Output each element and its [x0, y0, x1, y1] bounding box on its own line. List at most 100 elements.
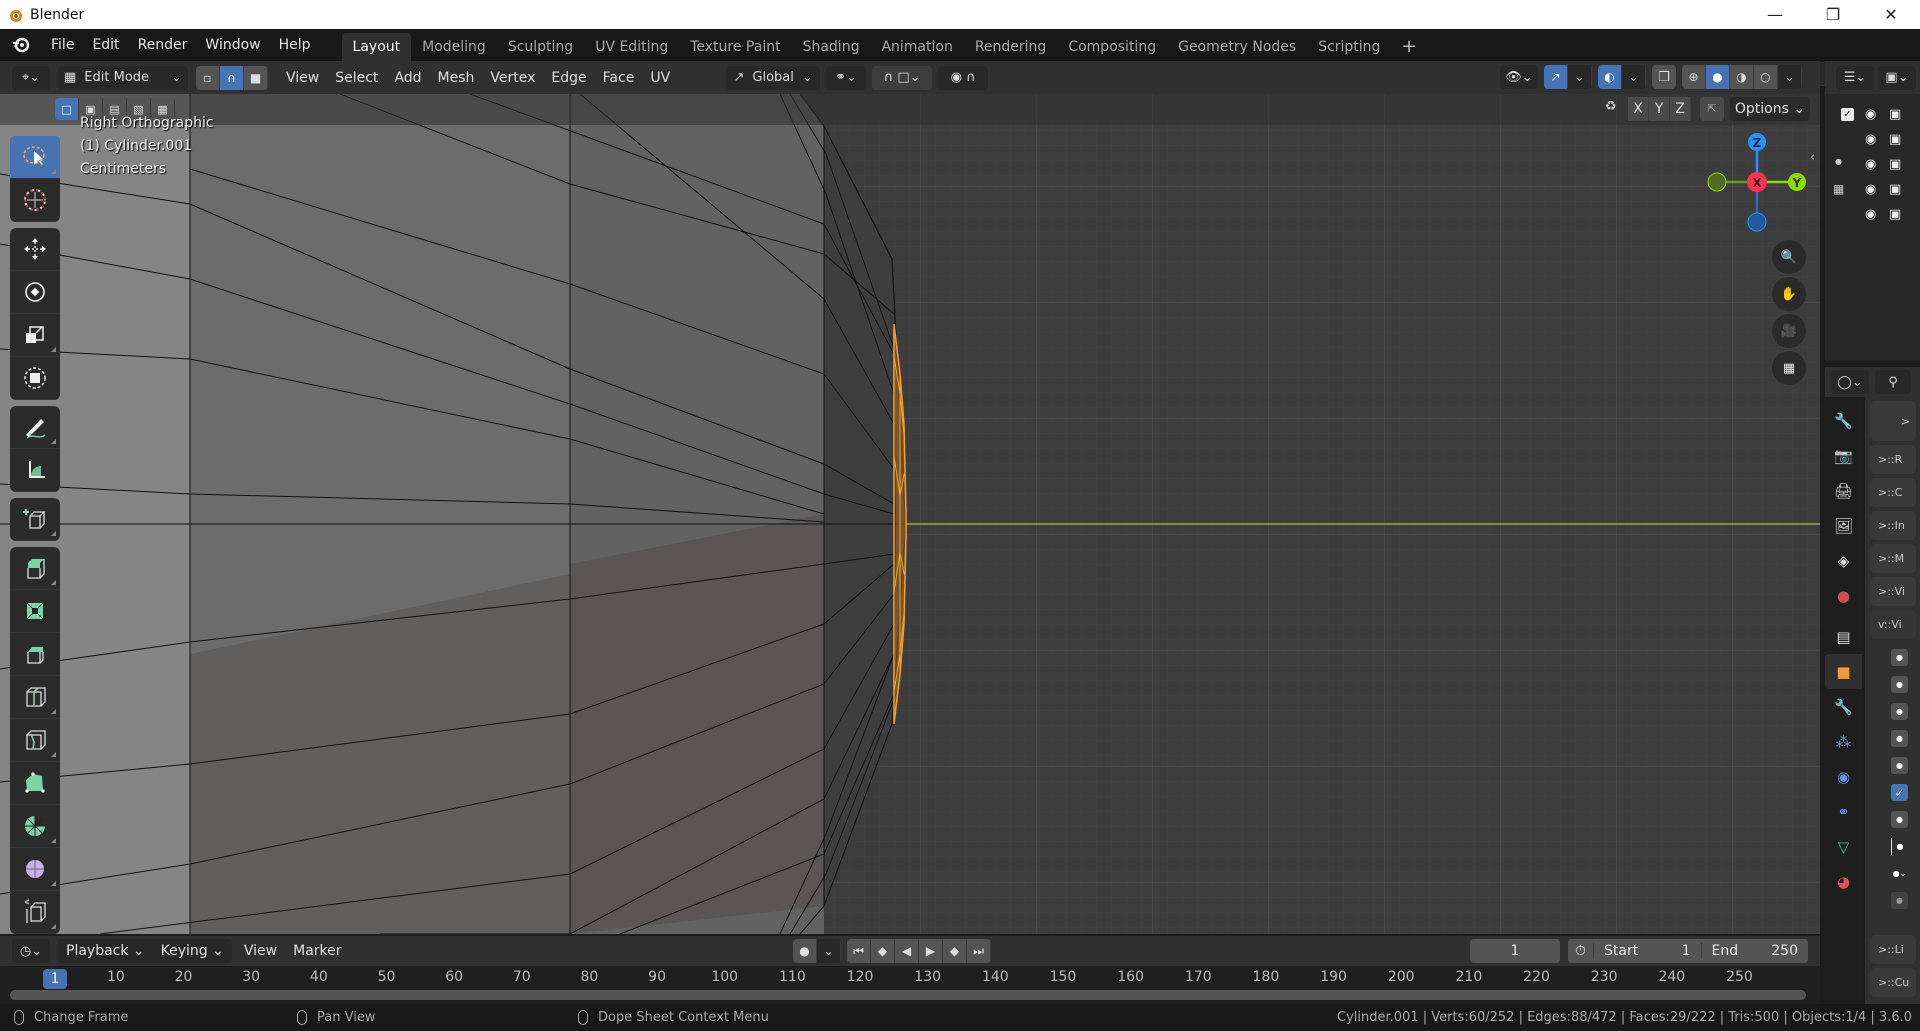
tab-sculpting[interactable]: Sculpting — [497, 33, 584, 61]
tool-cursor[interactable] — [10, 179, 60, 222]
pivot-point-dropdown[interactable]: ⚭⌄ — [826, 65, 867, 90]
editor-type-button[interactable]: ⌖⌄ — [12, 65, 50, 90]
tool-inset-faces[interactable] — [10, 590, 60, 633]
wireframe-shading-button[interactable]: ⊕ — [1682, 65, 1706, 89]
property-toggle-disabled[interactable]: ● — [1891, 892, 1908, 909]
eye-icon[interactable]: ◉ — [1865, 182, 1876, 197]
tool-smooth[interactable] — [10, 848, 60, 891]
navigation-gizmo[interactable]: Z Y X — [1700, 130, 1810, 240]
timeline-view-menu[interactable]: View — [236, 943, 285, 959]
edge-select-mode-button[interactable]: ∩ — [220, 65, 244, 90]
outliner-row[interactable]: ● ◉ ▣ — [1825, 152, 1920, 177]
maximize-button[interactable]: ❐ — [1804, 0, 1862, 29]
property-checkbox[interactable]: ● — [1891, 676, 1908, 693]
current-frame-field[interactable]: 1 — [1470, 939, 1560, 963]
tab-physics[interactable]: ◉ — [1825, 759, 1862, 794]
menu-face[interactable]: Face — [595, 70, 643, 86]
tab-scripting[interactable]: Scripting — [1307, 33, 1391, 61]
tab-rendering[interactable]: Rendering — [964, 33, 1058, 61]
shading-dropdown[interactable]: ⌄ — [1778, 65, 1802, 89]
overlay-dropdown[interactable]: ⌄ — [1622, 65, 1646, 89]
viewport-canvas[interactable] — [0, 94, 1820, 934]
tab-modeling[interactable]: Modeling — [411, 33, 497, 61]
outliner-row[interactable]: ✓ ◉ ▣ — [1825, 102, 1920, 127]
property-checkbox[interactable]: ● — [1891, 649, 1908, 666]
auto-merge-toggle[interactable]: ⇱ — [1700, 97, 1724, 121]
property-checkbox-checked[interactable]: ✓ — [1891, 784, 1908, 801]
outliner-display-mode-dropdown[interactable]: ☰⌄ — [1836, 65, 1874, 90]
property-checkbox[interactable]: ● — [1891, 703, 1908, 720]
tool-loop-cut[interactable] — [10, 676, 60, 719]
gizmo-neg-y[interactable] — [1707, 172, 1727, 192]
menu-help[interactable]: Help — [270, 37, 320, 53]
menu-uv[interactable]: UV — [642, 70, 678, 86]
solid-shading-button[interactable]: ● — [1706, 65, 1730, 89]
tab-render[interactable]: 📷 — [1825, 438, 1862, 473]
tool-rotate[interactable] — [10, 271, 60, 314]
vertex-select-mode-button[interactable]: ▫ — [196, 65, 220, 90]
tool-annotate[interactable] — [10, 406, 60, 449]
tab-scene[interactable]: ◈ — [1825, 543, 1862, 578]
face-select-mode-button[interactable]: ■ — [244, 65, 268, 90]
camera-render-icon[interactable]: ▣ — [1889, 207, 1901, 222]
tab-output[interactable]: 🖨 — [1825, 473, 1862, 508]
tool-extrude-region[interactable] — [10, 547, 60, 590]
preview-range-toggle[interactable]: ⏱ — [1568, 943, 1594, 959]
menu-render[interactable]: Render — [129, 37, 197, 53]
menu-edit[interactable]: Edit — [83, 37, 128, 53]
tab-view-layer[interactable]: 🖼 — [1825, 508, 1862, 543]
mirror-z-button[interactable]: Z — [1670, 97, 1691, 121]
xray-toggle-button[interactable]: ❐ — [1652, 65, 1676, 89]
tool-bevel[interactable] — [10, 633, 60, 676]
tool-spin[interactable] — [10, 805, 60, 848]
camera-view-button[interactable]: 🎥 — [1772, 314, 1806, 348]
gizmo-toggle-button[interactable]: ↗ — [1544, 65, 1568, 89]
tab-compositing[interactable]: Compositing — [1057, 33, 1167, 61]
camera-render-icon[interactable]: ▣ — [1889, 132, 1901, 147]
blender-menu-icon[interactable] — [10, 34, 32, 56]
menu-select[interactable]: Select — [327, 70, 386, 86]
jump-to-end-button[interactable]: ⏭ — [967, 939, 991, 963]
tab-modifiers[interactable]: 🔧 — [1825, 689, 1862, 724]
tab-world[interactable]: ● — [1825, 578, 1862, 613]
panel-header[interactable]: >::In — [1870, 511, 1916, 540]
select-new-button[interactable]: □ — [55, 98, 79, 120]
tab-collection[interactable]: ▤ — [1825, 619, 1862, 654]
camera-render-icon[interactable]: ▣ — [1889, 157, 1901, 172]
timeline-ruler[interactable]: 10 20 30 40 50 60 70 80 90 100 110 120 130 140 150 160 1… — [0, 966, 1820, 1004]
end-frame-field[interactable]: End 250 — [1702, 943, 1809, 959]
transform-orientation-dropdown[interactable]: ↗ Global ⌄ — [726, 65, 821, 90]
mirror-x-button[interactable]: X — [1628, 97, 1649, 121]
sidebar-toggle-icon[interactable]: ‹ — [1810, 150, 1815, 165]
add-workspace-button[interactable]: + — [1391, 33, 1426, 61]
eye-icon[interactable]: ◉ — [1865, 107, 1876, 122]
tool-knife[interactable] — [10, 719, 60, 762]
zoom-view-button[interactable]: 🔍 — [1772, 240, 1806, 274]
panel-header[interactable]: >::R — [1870, 445, 1916, 474]
panel-header-expanded[interactable]: v::Vi — [1870, 610, 1916, 639]
outliner-filter-dropdown[interactable]: ▣⌄ — [1878, 65, 1916, 90]
rendered-shading-button[interactable]: ○ — [1754, 65, 1778, 89]
mode-dropdown[interactable]: ▦ Edit Mode ⌄ — [58, 65, 188, 90]
property-checkbox[interactable]: ● — [1891, 811, 1908, 828]
selectability-visibility-dropdown[interactable]: 👁⌄ — [1500, 65, 1538, 89]
tool-measure[interactable] — [10, 449, 60, 492]
menu-file[interactable]: File — [42, 37, 83, 53]
eye-icon[interactable]: ◉ — [1865, 132, 1876, 147]
collection-checkbox[interactable]: ✓ — [1841, 108, 1854, 121]
timeline-editor-type-button[interactable]: ◷⌄ — [12, 939, 50, 963]
panel-header[interactable]: >::M — [1870, 544, 1916, 573]
proportional-editing-toggle[interactable]: ◉ ∩ — [938, 65, 989, 90]
tab-geometry-nodes[interactable]: Geometry Nodes — [1167, 33, 1307, 61]
snap-toggle[interactable]: ∩ □⌄ — [872, 65, 933, 90]
properties-editor-type-dropdown[interactable]: ◯⌄ — [1831, 370, 1869, 394]
tool-poly-build[interactable] — [10, 762, 60, 805]
tool-select-box[interactable] — [10, 136, 60, 179]
tool-transform[interactable] — [10, 357, 60, 400]
properties-search-button[interactable]: ⚲ — [1875, 370, 1911, 394]
tool-add-cube[interactable] — [10, 498, 60, 541]
tool-move[interactable] — [10, 228, 60, 271]
menu-window[interactable]: Window — [196, 37, 269, 53]
jump-to-prev-keyframe-button[interactable]: ◆ — [871, 939, 895, 963]
tool-edge-slide[interactable] — [10, 891, 60, 934]
